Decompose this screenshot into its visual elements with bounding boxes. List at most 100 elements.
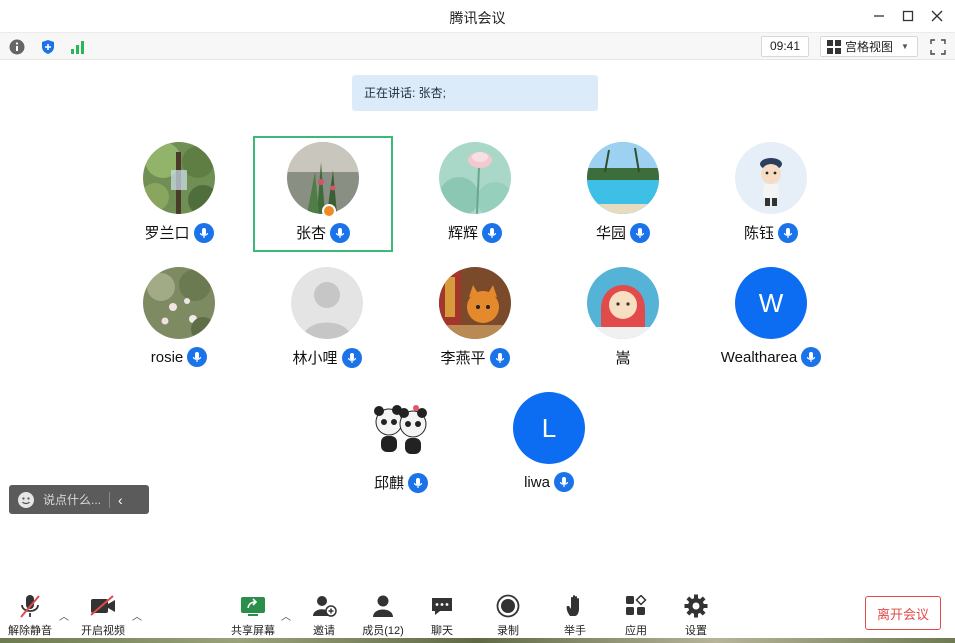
participant-name-row: 华园 [553, 222, 693, 243]
close-icon [931, 10, 943, 22]
participant-name-row: 陈钰 [701, 222, 841, 243]
participant-tile[interactable]: L liwa [479, 386, 619, 502]
chat-quick-input[interactable]: 说点什么... ‹ [9, 485, 149, 514]
view-mode-dropdown[interactable]: 宫格视图 ▼ [820, 36, 918, 57]
participant-name: rosie [150, 348, 184, 366]
participant-tile[interactable]: 邱麒 [331, 386, 471, 502]
security-button[interactable] [38, 37, 58, 57]
participant-name: 嵩 [615, 350, 631, 367]
chat-placeholder[interactable]: 说点什么... [43, 491, 101, 508]
record-label: 录制 [497, 625, 519, 637]
participant-tile[interactable]: rosie [109, 261, 249, 377]
members-button[interactable]: 成员(12) [353, 592, 413, 638]
meeting-info-button[interactable] [7, 37, 27, 57]
participant-name-row: Wealtharea [701, 347, 841, 367]
record-icon [496, 594, 520, 618]
apps-button[interactable]: 应用 [606, 592, 666, 638]
shield-icon [42, 40, 54, 54]
unmute-button[interactable]: 解除静音 [0, 592, 60, 638]
participant-tile[interactable]: 陈钰 [701, 136, 841, 252]
participant-name: liwa [524, 473, 550, 491]
maximize-button[interactable] [897, 6, 919, 26]
control-bar: 解除静音 ︿ 开启视频 ︿ 共享屏幕 ︿ 邀请 成员(12) 聊天 录制 举手 … [0, 588, 955, 643]
avatar [587, 267, 659, 339]
settings-button[interactable]: 设置 [666, 592, 726, 638]
collapse-chat-button[interactable]: ‹ [118, 492, 123, 508]
forest-photo-icon [143, 142, 215, 214]
minimize-button[interactable] [868, 6, 890, 26]
emoji-icon [18, 491, 34, 508]
window-title: 腾讯会议 [449, 10, 506, 26]
chevron-up-icon[interactable]: ︿ [281, 608, 291, 623]
mic-on-icon [408, 472, 428, 493]
participant-name: 华园 [595, 225, 626, 242]
cat-photo-icon [439, 267, 511, 339]
mic-muted-icon [20, 595, 40, 618]
chevron-down-icon: ▼ [901, 42, 909, 51]
participant-tile-active[interactable]: 张杏 [253, 136, 393, 252]
participant-name: 辉辉 [447, 225, 478, 242]
participant-name-row: 李燕平 [405, 347, 545, 368]
chevron-up-icon[interactable]: ︿ [132, 608, 142, 623]
participant-tile[interactable]: W Wealtharea [701, 261, 841, 377]
mic-on-icon [489, 347, 510, 368]
chevron-up-icon[interactable]: ︿ [59, 608, 69, 623]
meeting-toolbar: 09:41 宫格视图 ▼ [0, 32, 955, 60]
pool-photo-icon [587, 142, 659, 214]
leave-meeting-button[interactable]: 离开会议 [865, 596, 941, 630]
gear-icon [684, 594, 708, 618]
close-button[interactable] [926, 6, 948, 26]
start-video-label: 开启视频 [81, 625, 125, 637]
avatar: W [735, 267, 807, 339]
avatar [587, 142, 659, 214]
unmute-label: 解除静音 [8, 625, 52, 637]
speaking-indicator: 正在讲话: 张杏; [352, 75, 598, 111]
participant-tile[interactable]: 华园 [553, 136, 693, 252]
signal-bars-icon [71, 41, 84, 54]
start-video-button[interactable]: 开启视频 [73, 592, 133, 638]
participant-tile[interactable]: 李燕平 [405, 261, 545, 377]
grid-view-icon [827, 39, 841, 54]
mic-on-icon [341, 347, 362, 368]
avatar [143, 142, 215, 214]
avatar [439, 267, 511, 339]
participant-name: Wealtharea [720, 348, 798, 366]
settings-label: 设置 [685, 625, 707, 637]
participant-tile[interactable]: 嵩 [553, 261, 693, 377]
cartoon-girl-icon [587, 267, 659, 339]
view-mode-label: 宫格视图 [845, 40, 894, 54]
raise-hand-button[interactable]: 举手 [545, 592, 605, 638]
participant-name: 陈钰 [743, 225, 774, 242]
panda-cartoon-icon [365, 392, 437, 464]
record-button[interactable]: 录制 [478, 592, 538, 638]
raise-hand-label: 举手 [564, 625, 586, 637]
maximize-icon [902, 10, 914, 22]
invite-label: 邀请 [313, 625, 335, 637]
participant-tile[interactable]: 罗兰口 [109, 136, 249, 252]
meeting-duration: 09:41 [761, 36, 809, 57]
members-label: 成员(12) [362, 625, 404, 637]
participant-tile[interactable]: 林小哩 [257, 261, 397, 377]
participant-name: 罗兰口 [144, 225, 190, 242]
participant-name: 张杏 [295, 225, 326, 242]
chat-label: 聊天 [431, 625, 453, 637]
participant-name-row: rosie [109, 347, 249, 367]
share-screen-button[interactable]: 共享屏幕 [223, 592, 283, 638]
apps-icon [626, 595, 647, 615]
chat-button[interactable]: 聊天 [412, 592, 472, 638]
add-user-icon [313, 596, 337, 617]
avatar [287, 142, 359, 214]
share-screen-icon [241, 597, 265, 616]
participant-name-row: 罗兰口 [109, 222, 249, 243]
network-status-button[interactable] [68, 37, 88, 57]
chat-icon [432, 598, 452, 615]
invite-button[interactable]: 邀请 [294, 592, 354, 638]
share-screen-label: 共享屏幕 [231, 625, 275, 637]
fullscreen-button[interactable] [928, 37, 948, 57]
participant-tile[interactable]: 辉辉 [405, 136, 545, 252]
participant-name-row: liwa [479, 472, 619, 492]
default-person-icon [291, 267, 363, 339]
cartoon-boy-icon [735, 142, 807, 214]
participant-name-row: 林小哩 [257, 347, 397, 368]
avatar [143, 267, 215, 339]
